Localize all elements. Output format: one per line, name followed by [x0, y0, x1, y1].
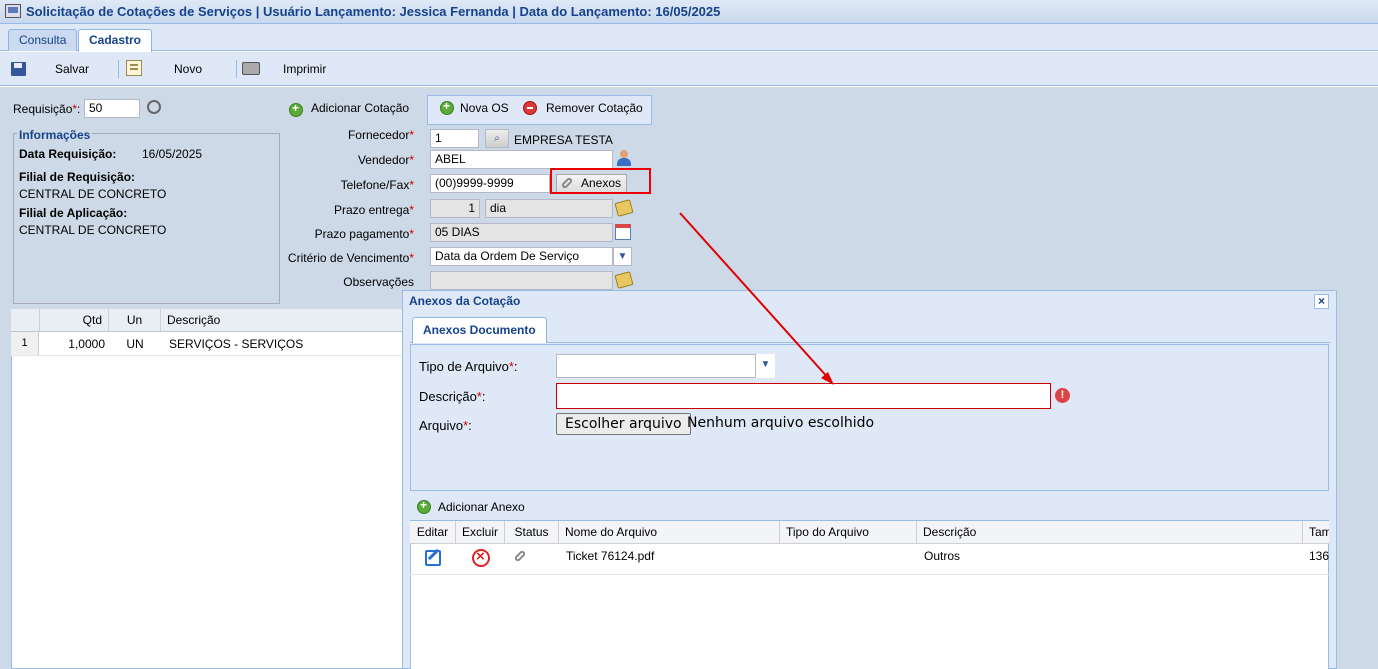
descricao-input[interactable] — [556, 383, 1051, 409]
grid-header-nome-arquivo[interactable]: Nome do Arquivo — [559, 521, 780, 543]
tab-consulta[interactable]: Consulta — [8, 29, 78, 51]
nova-os-button[interactable]: Nova OS — [460, 97, 509, 119]
item-descricao[interactable]: SERVIÇOS - SERVIÇOS — [169, 337, 303, 351]
item-qtd[interactable]: 1,0000 — [40, 337, 105, 351]
new-button[interactable]: Novo — [174, 61, 202, 79]
criterio-vencimento-label: Critério de Vencimento* — [287, 251, 414, 265]
prazo-pagamento-label: Prazo pagamento* — [314, 227, 414, 241]
vendedor-label: Vendedor* — [357, 153, 414, 167]
main-tabstrip: Consulta Cadastro — [0, 24, 1378, 52]
title-bar: Solicitação de Cotações de Serviços | Us… — [0, 0, 1378, 24]
observacoes-label: Observações — [343, 275, 414, 289]
criterio-vencimento-select[interactable]: Data da Ordem De Serviço — [430, 247, 613, 266]
data-requisicao-label: Data Requisição: — [19, 147, 117, 161]
requisicao-input[interactable]: 50 — [84, 99, 140, 118]
modal-title: Anexos da Cotação — [409, 294, 521, 308]
save-icon[interactable] — [11, 62, 26, 76]
choose-file-button[interactable]: Escolher arquivo — [556, 413, 691, 435]
calendar-icon[interactable] — [615, 224, 631, 240]
tipo-arquivo-select[interactable] — [556, 354, 775, 378]
add-anexo-button[interactable]: Adicionar Anexo — [438, 500, 525, 514]
modal-tabstrip — [410, 316, 1330, 343]
remover-cotacao-button[interactable]: Remover Cotação — [546, 97, 643, 119]
grid-header-editar[interactable]: Editar — [410, 521, 456, 543]
observacoes-input[interactable] — [430, 271, 613, 290]
toolbar-separator — [236, 60, 237, 78]
prazo-entrega-unit[interactable]: dia — [485, 199, 613, 218]
tipo-arquivo-label: Tipo de Arquivo*: — [419, 359, 518, 374]
data-requisicao-value: 16/05/2025 — [142, 147, 203, 161]
grid-header-tamanho[interactable]: Tam — [1303, 521, 1329, 543]
main-toolbar — [0, 52, 1378, 86]
close-icon[interactable]: × — [1314, 294, 1329, 309]
anexos-grid-header: Editar Excluir Status Nome do Arquivo Ti… — [410, 521, 1329, 544]
window-title: Solicitação de Cotações de Serviços | Us… — [26, 4, 721, 19]
edit-icon[interactable] — [425, 550, 441, 566]
search-icon[interactable] — [147, 100, 161, 114]
no-file-text: Nenhum arquivo escolhido — [687, 415, 875, 431]
prazo-entrega-label: Prazo entrega* — [333, 203, 414, 217]
telefone-input[interactable]: (00)9999-9999 — [430, 174, 550, 193]
print-button[interactable]: Imprimir — [283, 61, 326, 79]
tab-cadastro[interactable]: Cadastro — [78, 29, 153, 52]
grid-header-status[interactable]: Status — [505, 521, 559, 543]
filial-aplicacao-value: CENTRAL DE CONCRETO — [19, 223, 167, 237]
add-cotacao-icon[interactable] — [289, 101, 303, 117]
user-icon[interactable] — [616, 150, 632, 167]
grid-header-rownum — [11, 309, 40, 331]
toolbar-separator — [118, 60, 119, 78]
arquivo-label: Arquivo*: — [419, 418, 472, 433]
filial-requisicao-label: Filial de Requisição: — [19, 170, 136, 184]
save-button[interactable]: Salvar — [55, 61, 89, 79]
chevron-down-icon[interactable]: ▼ — [755, 354, 775, 378]
nova-os-icon[interactable] — [440, 99, 454, 115]
fornecedor-label: Fornecedor* — [347, 128, 414, 142]
informacoes-legend: Informações — [17, 128, 93, 142]
fornecedor-code-input[interactable]: 1 — [430, 129, 479, 148]
grid-header-tipo-arquivo[interactable]: Tipo do Arquivo — [780, 521, 917, 543]
print-icon[interactable] — [242, 62, 260, 75]
modal-toolbar — [410, 493, 1329, 521]
row-divider — [11, 355, 403, 356]
tab-anexos-documento[interactable]: Anexos Documento — [412, 317, 547, 343]
add-cotacao-button[interactable]: Adicionar Cotação — [311, 97, 409, 119]
telefone-label: Telefone/Fax* — [340, 178, 414, 192]
remover-cotacao-icon[interactable] — [523, 101, 537, 115]
filial-requisicao-value: CENTRAL DE CONCRETO — [19, 187, 167, 201]
window-icon — [5, 4, 21, 18]
grid-header-excluir[interactable]: Excluir — [456, 521, 505, 543]
error-icon: ! — [1055, 388, 1070, 403]
requisicao-label: Requisição*: — [13, 102, 81, 116]
new-icon[interactable] — [126, 60, 142, 76]
row-number: 1 — [11, 332, 39, 355]
items-grid — [11, 309, 403, 669]
descricao-label: Descrição*: — [419, 389, 486, 404]
file-description-cell[interactable]: Outros — [924, 549, 960, 563]
file-size-cell[interactable]: 136 — [1309, 549, 1329, 563]
prazo-pagamento-input[interactable]: 05 DIAS — [430, 223, 613, 242]
prazo-entrega-input[interactable]: 1 — [430, 199, 480, 218]
grid-header-descricao[interactable]: Descrição — [917, 521, 1303, 543]
fornecedor-name: EMPRESA TESTA — [514, 133, 613, 147]
grid-header-qtd[interactable]: Qtd — [40, 309, 109, 331]
filial-aplicacao-label: Filial de Aplicação: — [19, 206, 128, 220]
fornecedor-search-icon[interactable]: ⌕ — [485, 129, 509, 148]
chevron-down-icon[interactable]: ▼ — [613, 247, 632, 266]
table-row — [410, 544, 1329, 575]
item-un[interactable]: UN — [109, 337, 161, 351]
grid-header-un[interactable]: Un — [109, 309, 161, 331]
grid-header-descricao[interactable]: Descrição — [161, 309, 403, 331]
vendedor-input[interactable]: ABEL — [430, 150, 613, 169]
delete-icon[interactable] — [472, 548, 490, 567]
annotation-highlight-box — [550, 168, 651, 194]
file-name-cell[interactable]: Ticket 76124.pdf — [566, 549, 654, 563]
add-anexo-icon[interactable] — [417, 498, 431, 514]
items-grid-header: Qtd Un Descrição — [11, 309, 403, 332]
